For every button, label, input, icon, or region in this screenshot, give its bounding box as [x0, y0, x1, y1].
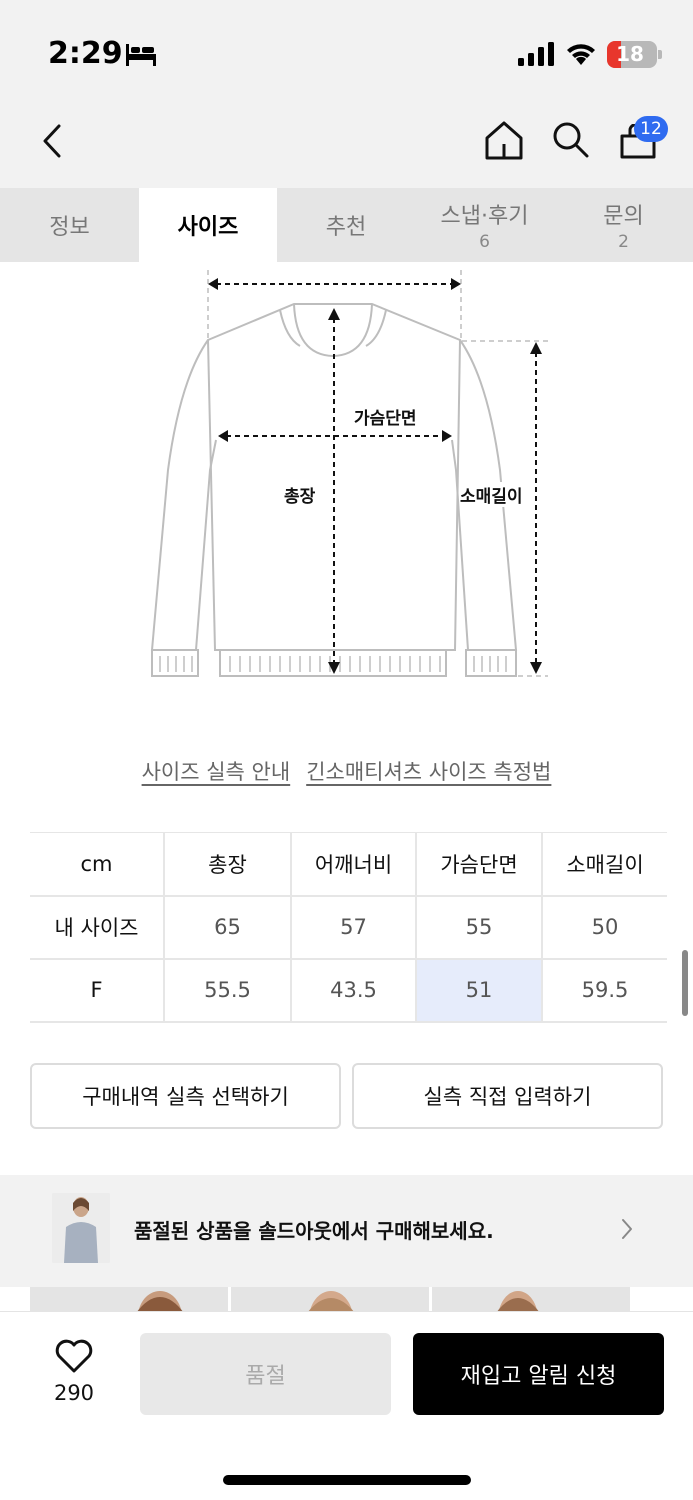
chest-width-label: 가슴단면 [352, 404, 419, 429]
home-icon[interactable] [484, 120, 524, 160]
size-table: cm 총장 어깨너비 가슴단면 소매길이 내 사이즈 65 57 55 50 F… [30, 832, 667, 1023]
tab-label: 정보 [49, 215, 90, 240]
tab-reviews[interactable]: 스냅·후기 6 [415, 188, 554, 262]
table-header: 소매길이 [542, 832, 667, 897]
size-guide-link[interactable]: 사이즈 실측 안내 [142, 756, 291, 786]
related-image[interactable] [432, 1287, 630, 1313]
measure-method-link[interactable]: 긴소매티셔츠 사이즈 측정법 [306, 756, 551, 786]
home-indicator[interactable] [223, 1475, 471, 1485]
table-row[interactable]: 내 사이즈 65 57 55 50 [30, 895, 667, 960]
table-header: 어깨너비 [291, 832, 417, 897]
table-cell: 59.5 [542, 958, 667, 1023]
total-length-label: 총장 [284, 487, 316, 507]
battery-tip [658, 50, 662, 59]
tab-inquiry[interactable]: 문의 2 [554, 188, 693, 262]
search-icon[interactable] [552, 121, 590, 159]
related-image[interactable] [30, 1287, 228, 1313]
wifi-icon [567, 44, 595, 65]
like-count: 290 [53, 1381, 95, 1405]
product-tabs: 정보 사이즈 추천 스냅·후기 6 문의 2 [0, 188, 693, 262]
table-header: 가슴단면 [416, 832, 543, 897]
table-cell-highlighted: 51 [416, 958, 543, 1023]
cart-count-badge: 12 [634, 116, 668, 142]
tab-size[interactable]: 사이즈 [139, 188, 277, 262]
status-bar: 2:29 18 [0, 0, 693, 105]
heart-icon[interactable] [54, 1338, 94, 1374]
table-cell: 55.5 [164, 958, 292, 1023]
table-cell: 50 [542, 895, 667, 960]
soldout-button: 품절 [140, 1333, 391, 1415]
tab-count: 6 [479, 232, 490, 252]
soldout-banner[interactable]: 품절된 상품을 솔드아웃에서 구매해보세요. [0, 1175, 693, 1287]
battery-percent: 18 [616, 42, 644, 66]
sweatshirt-size-diagram [150, 270, 548, 677]
table-cell: 43.5 [291, 958, 417, 1023]
tab-label: 문의 [603, 204, 644, 229]
back-icon[interactable] [40, 124, 64, 158]
scrollbar[interactable] [682, 950, 688, 1016]
row-label: F [30, 958, 165, 1023]
row-label: 내 사이즈 [30, 895, 165, 960]
table-header-unit: cm [30, 832, 165, 897]
product-thumbnail [52, 1193, 110, 1263]
status-time: 2:29 [48, 36, 123, 71]
size-guide-links: 사이즈 실측 안내 긴소매티셔츠 사이즈 측정법 [0, 756, 693, 786]
sleeve-length-label: 소매길이 [460, 482, 523, 507]
select-purchase-history-button[interactable]: 구매내역 실측 선택하기 [30, 1063, 341, 1129]
related-images-strip [30, 1287, 693, 1313]
tab-recommend[interactable]: 추천 [277, 188, 415, 262]
sleep-focus-icon [126, 44, 156, 66]
table-cell: 55 [416, 895, 543, 960]
table-header-row: cm 총장 어깨너비 가슴단면 소매길이 [30, 832, 667, 897]
table-cell: 57 [291, 895, 417, 960]
chevron-right-icon [622, 1219, 632, 1239]
direct-input-button[interactable]: 실측 직접 입력하기 [352, 1063, 663, 1129]
tab-count: 2 [618, 232, 629, 252]
tab-info[interactable]: 정보 [0, 188, 139, 262]
restock-alert-button[interactable]: 재입고 알림 신청 [413, 1333, 664, 1415]
tab-label: 추천 [325, 215, 367, 240]
table-cell: 65 [164, 895, 292, 960]
soldout-banner-text: 품절된 상품을 솔드아웃에서 구매해보세요. [134, 1219, 494, 1243]
table-row[interactable]: F 55.5 43.5 51 59.5 [30, 958, 667, 1023]
battery-icon: 18 [607, 41, 657, 68]
tab-label: 사이즈 [177, 215, 239, 240]
table-header: 총장 [164, 832, 292, 897]
tab-label: 스냅·후기 [440, 204, 529, 229]
cellular-signal-icon [518, 42, 554, 66]
related-image[interactable] [231, 1287, 429, 1313]
